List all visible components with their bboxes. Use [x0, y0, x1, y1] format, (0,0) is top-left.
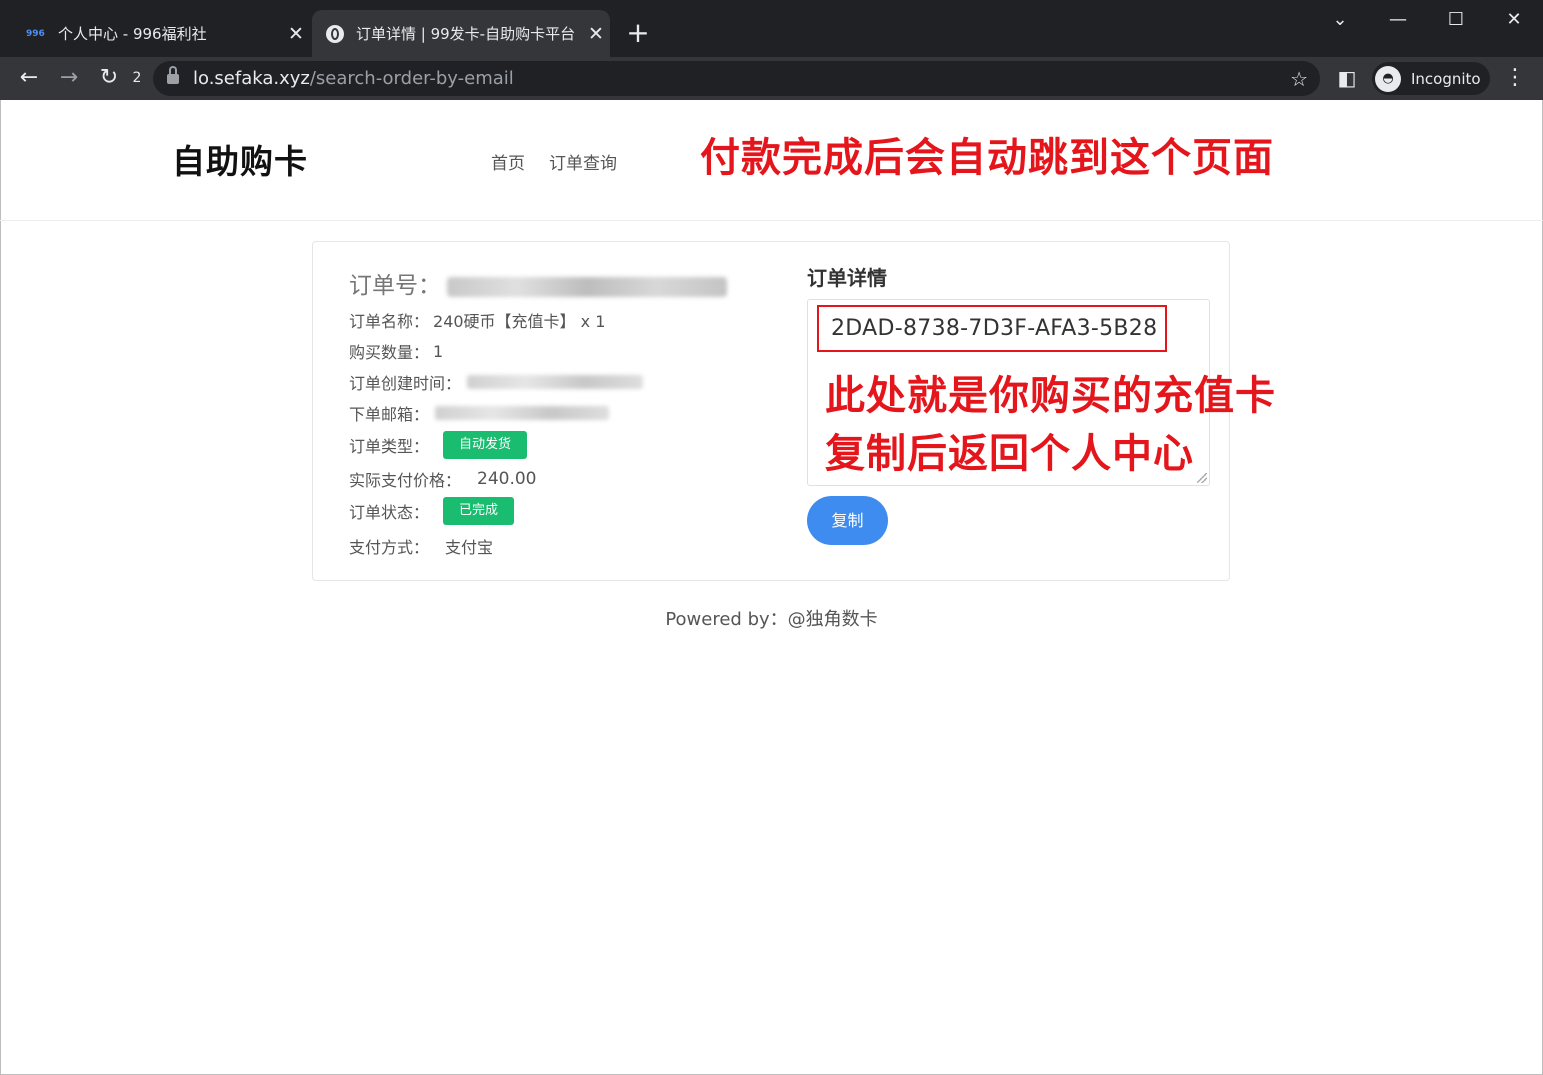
order-number-label: 订单号：: [349, 273, 441, 299]
order-detail-title: 订单详情: [807, 266, 887, 290]
incognito-label: Incognito: [1411, 69, 1481, 88]
annotation-card-key: 此处就是你购买的充值卡 复制后返回个人中心: [825, 367, 1276, 483]
order-email-redacted: [435, 406, 610, 420]
url-host: lo.sefaka.xyz: [193, 68, 310, 89]
tab-title: 订单详情 | 99发卡-自助购卡平台: [356, 25, 576, 43]
close-icon[interactable]: ✕: [282, 23, 310, 45]
order-created-redacted: [467, 375, 644, 389]
order-price-value: 240.00: [477, 469, 537, 489]
site-favicon-icon: 996: [26, 28, 45, 39]
tab-order-detail[interactable]: 订单详情 | 99发卡-自助购卡平台 ✕: [312, 10, 610, 57]
reload-icon[interactable]: ↻: [94, 63, 124, 93]
annotation-line-2: 复制后返回个人中心: [825, 431, 1194, 477]
lock-icon[interactable]: [167, 65, 179, 86]
order-status-row: 订单状态： 已完成: [349, 497, 515, 525]
card-key-value[interactable]: 2DAD-8738-7D3F-AFA3-5B28: [817, 305, 1167, 352]
order-qty-label: 购买数量：: [349, 343, 430, 362]
url-path: /search-order-by-email: [309, 68, 514, 89]
copy-button[interactable]: 复制: [807, 496, 888, 545]
annotation-line-1: 此处就是你购买的充值卡: [825, 373, 1276, 419]
window-close-icon[interactable]: ✕: [1494, 6, 1534, 34]
order-name-label: 订单名称：: [349, 312, 430, 331]
side-panel-icon[interactable]: ◧: [1332, 63, 1362, 93]
forward-icon[interactable]: →: [54, 63, 84, 93]
order-number-redacted: [447, 276, 727, 297]
order-email-label: 下单邮箱：: [349, 405, 430, 424]
order-pay-label: 支付方式：: [349, 538, 430, 557]
order-type-row: 订单类型： 自动发货: [349, 431, 528, 459]
new-tab-icon[interactable]: +: [623, 18, 653, 48]
order-qty-value: 1: [433, 341, 444, 361]
site-brand[interactable]: 自助购卡: [172, 135, 308, 183]
order-type-badge: 自动发货: [443, 431, 528, 459]
order-pay-row: 支付方式： 支付宝: [349, 534, 493, 558]
minimize-icon[interactable]: —: [1378, 6, 1418, 34]
reload-count: 2: [132, 70, 142, 86]
globe-icon: [326, 24, 344, 43]
order-created-row: 订单创建时间：: [349, 370, 644, 394]
annotation-redirect: 付款完成后会自动跳到这个页面: [700, 135, 1274, 181]
order-price-row: 实际支付价格： 240.00: [349, 467, 537, 491]
order-qty-row: 购买数量： 1: [349, 339, 443, 363]
order-type-label: 订单类型：: [349, 437, 430, 456]
order-number: 订单号：: [349, 266, 727, 300]
tab-search-icon[interactable]: ⌄: [1320, 6, 1360, 34]
menu-kebab-icon[interactable]: ⋮: [1500, 63, 1530, 93]
maximize-icon[interactable]: ☐: [1436, 6, 1476, 34]
order-pay-value: 支付宝: [445, 538, 494, 557]
incognito-badge[interactable]: ◓ Incognito: [1372, 62, 1490, 95]
nav-home[interactable]: 首页: [491, 149, 525, 174]
incognito-icon: ◓: [1375, 65, 1401, 92]
order-name-row: 订单名称： 240硬币【充值卡】 x 1: [349, 308, 605, 332]
order-status-label: 订单状态：: [349, 503, 430, 522]
browser-toolbar: ← → ↻ 2 lo.sefaka.xyz/search-order-by-em…: [0, 57, 1543, 100]
order-name-value: 240硬币【充值卡】 x 1: [433, 312, 606, 331]
nav-order-search[interactable]: 订单查询: [549, 149, 617, 174]
address-bar[interactable]: lo.sefaka.xyz/search-order-by-email ☆: [153, 61, 1320, 96]
tab-title: 个人中心 - 996福利社: [58, 25, 207, 43]
powered-by-footer[interactable]: Powered by：@独角数卡: [0, 605, 1543, 631]
order-price-label: 实际支付价格：: [349, 471, 462, 490]
site-header: 自助购卡 首页 订单查询 付款完成后会自动跳到这个页面: [0, 100, 1543, 221]
back-icon[interactable]: ←: [14, 63, 44, 93]
bookmark-star-icon[interactable]: ☆: [1290, 67, 1308, 91]
order-email-row: 下单邮箱：: [349, 401, 610, 425]
order-card: 订单号： 订单名称： 240硬币【充值卡】 x 1 购买数量： 1 订单创建时间…: [312, 241, 1275, 581]
order-created-label: 订单创建时间：: [349, 374, 462, 393]
order-status-badge: 已完成: [443, 497, 515, 525]
tab-profile[interactable]: 996 个人中心 - 996福利社 ✕: [14, 10, 310, 57]
tab-strip: 996 个人中心 - 996福利社 ✕ 订单详情 | 99发卡-自助购卡平台 ✕…: [0, 0, 1543, 57]
close-icon[interactable]: ✕: [582, 23, 610, 45]
